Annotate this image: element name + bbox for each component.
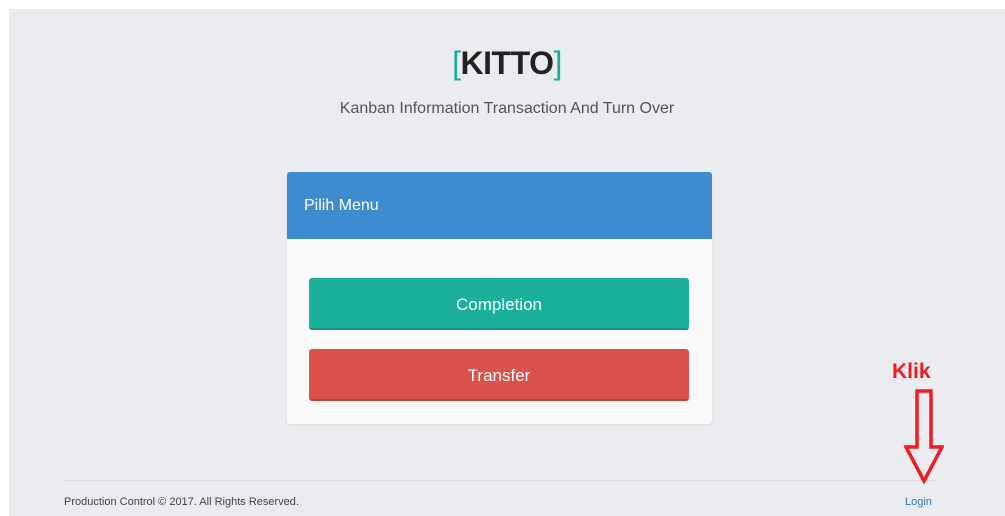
login-link[interactable]: Login xyxy=(905,496,932,508)
footer-divider xyxy=(64,480,937,481)
app-frame: [KITTO] Kanban Information Transaction A… xyxy=(9,9,1005,516)
brand-name: KITTO xyxy=(460,45,554,81)
footer-copyright: Production Control © 2017. All Rights Re… xyxy=(64,496,299,508)
klik-annotation-label: Klik xyxy=(892,360,931,383)
menu-panel: Pilih Menu Completion Transfer xyxy=(287,172,712,424)
app-subtitle: Kanban Information Transaction And Turn … xyxy=(339,100,675,117)
brand-bracket-open: [ xyxy=(452,45,461,81)
menu-panel-title: Pilih Menu xyxy=(287,172,712,239)
completion-button[interactable]: Completion xyxy=(309,278,689,330)
transfer-button[interactable]: Transfer xyxy=(309,349,689,401)
down-arrow-icon xyxy=(904,389,944,484)
brand-logo: [KITTO] xyxy=(9,45,1005,82)
brand-bracket-close: ] xyxy=(553,45,562,81)
